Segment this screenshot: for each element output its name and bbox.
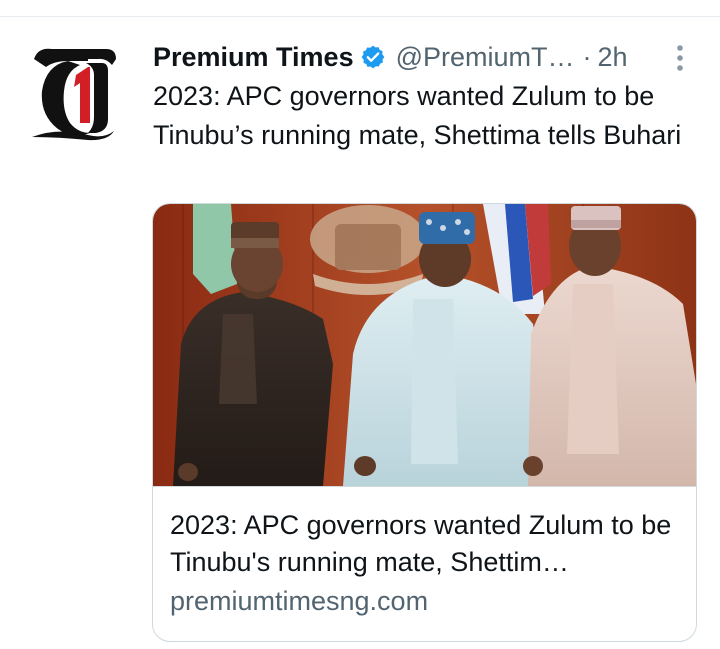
tweet-header: Premium Times @PremiumT… · 2h [153, 39, 713, 75]
card-title[interactable]: 2023: APC governors wanted Zulum to be T… [170, 507, 682, 581]
timestamp[interactable]: 2h [598, 42, 628, 73]
premium-times-logo-icon [32, 48, 116, 141]
card-domain[interactable]: premiumtimesng.com [170, 586, 428, 617]
tweet-text: 2023: APC governors wanted Zulum to be T… [153, 81, 682, 150]
link-card[interactable]: 2023: APC governors wanted Zulum to be T… [152, 203, 697, 642]
verified-badge-icon [360, 44, 386, 70]
more-options-icon[interactable] [668, 43, 692, 73]
tweet[interactable]: Premium Times @PremiumT… · 2h 2023: APC … [0, 17, 720, 649]
article-photo[interactable] [153, 204, 696, 486]
card-divider [153, 486, 696, 487]
separator-dot: · [582, 41, 592, 72]
handle[interactable]: @PremiumT… [396, 42, 575, 73]
display-name[interactable]: Premium Times [153, 42, 354, 73]
premium-times-logo-avatar[interactable] [28, 41, 120, 141]
